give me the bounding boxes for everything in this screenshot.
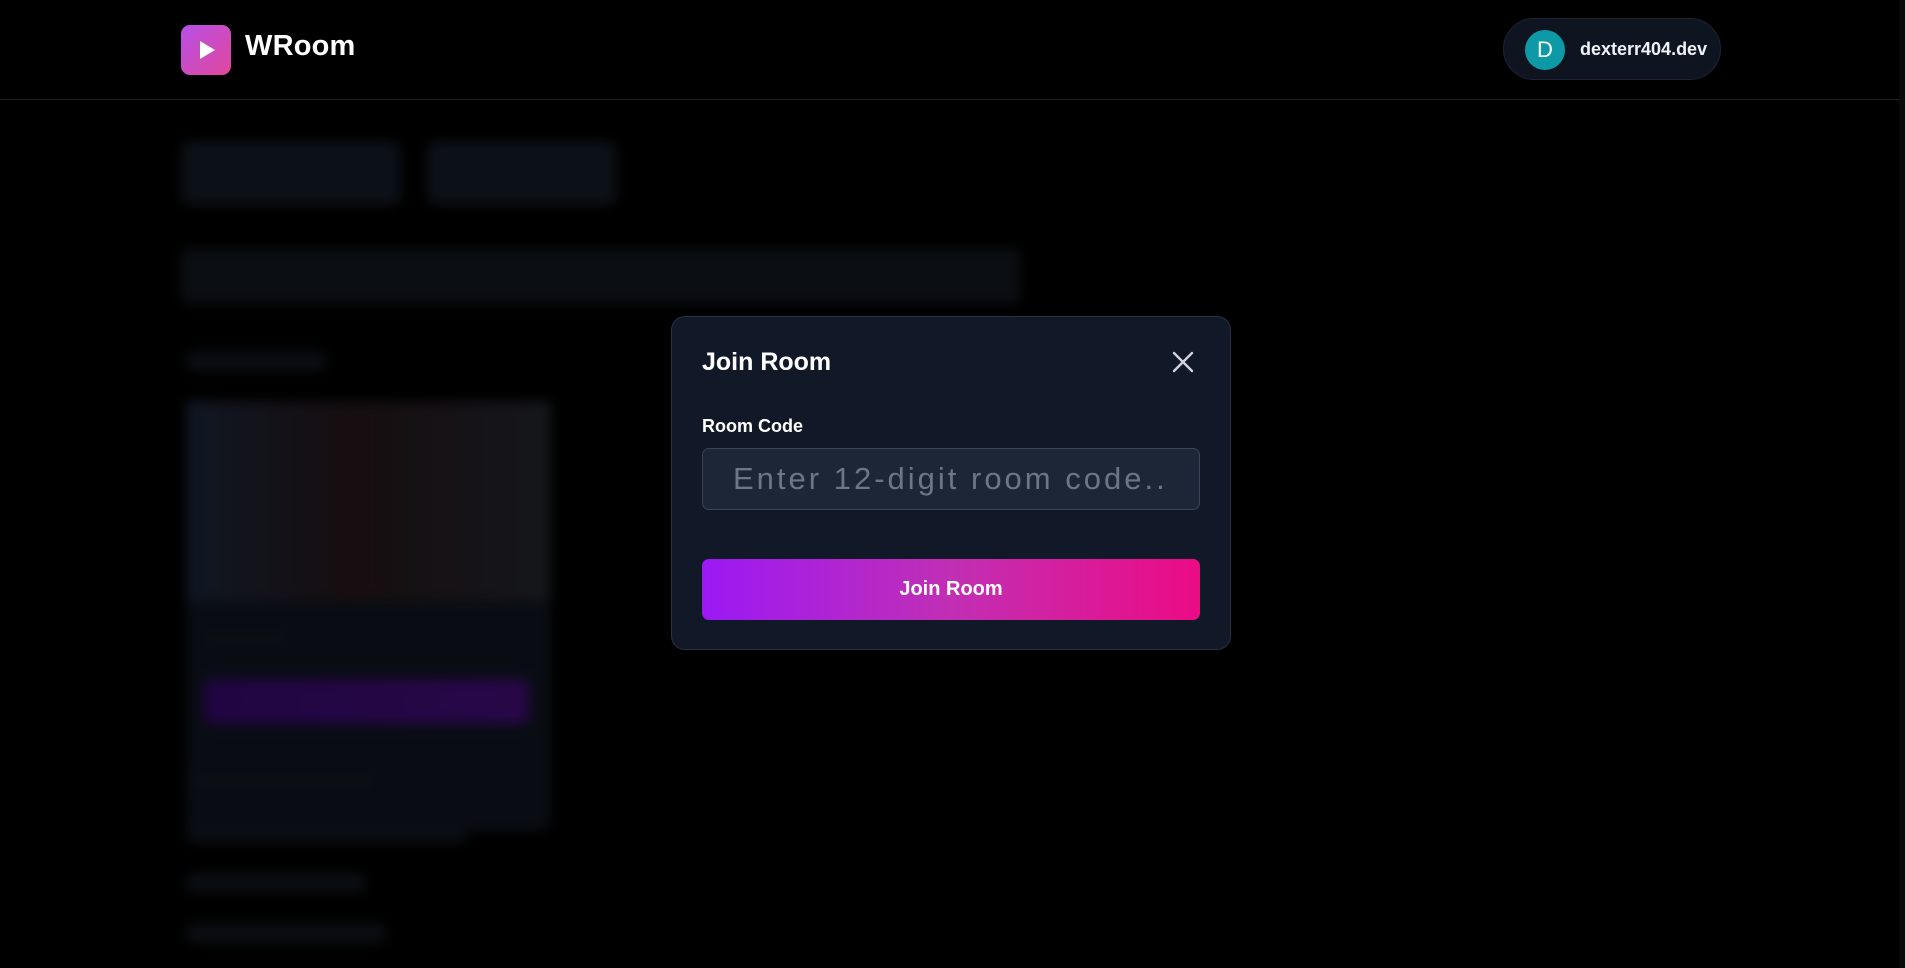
background-block xyxy=(186,351,326,371)
user-menu-button[interactable]: D dexterr404.dev xyxy=(1503,18,1721,80)
background-block xyxy=(186,771,376,793)
room-code-input[interactable] xyxy=(702,448,1200,510)
background-block xyxy=(181,248,1021,304)
background-block xyxy=(186,823,466,843)
background-block xyxy=(186,873,366,893)
close-icon xyxy=(1172,351,1194,373)
background-block xyxy=(200,629,290,647)
app-name: WRoom xyxy=(245,30,356,62)
play-icon xyxy=(200,41,215,59)
scrollbar[interactable] xyxy=(1899,0,1905,968)
background-block xyxy=(186,923,386,943)
avatar: D xyxy=(1525,30,1565,70)
top-header: WRoom D dexterr404.dev xyxy=(0,0,1905,100)
username: dexterr404.dev xyxy=(1580,39,1708,59)
close-button[interactable] xyxy=(1170,349,1196,375)
room-code-label: Room Code xyxy=(702,416,803,436)
background-block xyxy=(427,141,617,205)
background-block xyxy=(204,679,529,724)
background-block xyxy=(181,141,401,205)
join-room-button[interactable]: Join Room xyxy=(702,559,1200,620)
background-thumbnail xyxy=(186,401,551,601)
app-logo[interactable] xyxy=(181,25,231,75)
modal-title: Join Room xyxy=(702,348,832,376)
join-room-modal: Join Room Room Code Join Room xyxy=(671,316,1231,650)
